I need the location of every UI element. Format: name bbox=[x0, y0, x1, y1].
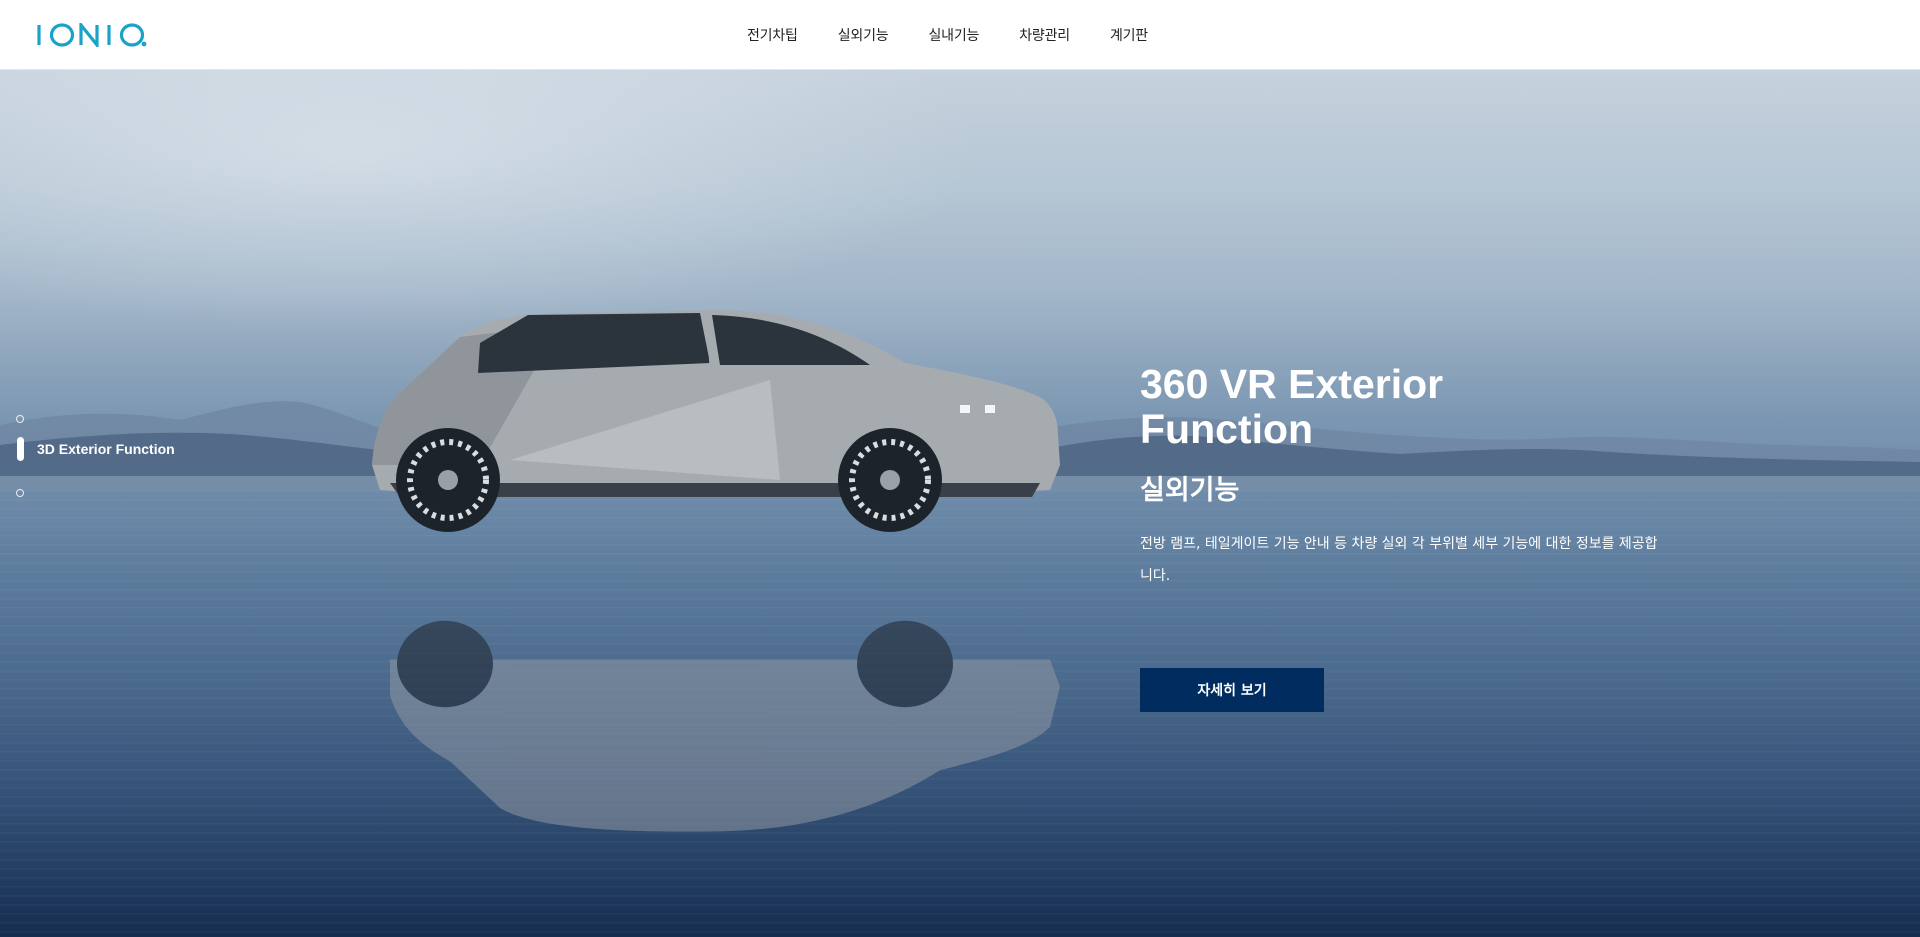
nav-link-maintenance[interactable]: 차량관리 bbox=[1019, 28, 1070, 44]
ioniq-logo[interactable] bbox=[37, 20, 149, 50]
nav-item-interior: 실내기능 bbox=[928, 25, 979, 45]
view-details-button[interactable]: 자세히 보기 bbox=[1140, 668, 1324, 712]
pager-dot-1[interactable] bbox=[16, 415, 24, 423]
feature-subtitle: 실외기능 bbox=[1140, 475, 1240, 506]
nav-item-maintenance: 차량관리 bbox=[1019, 25, 1070, 45]
pager-active-label: 3D Exterior Function bbox=[37, 441, 175, 457]
feature-description: 전방 램프, 테일게이트 기능 안내 등 차량 실외 각 부위별 세부 기능에 … bbox=[1140, 536, 1658, 584]
nav-link-exterior[interactable]: 실외기능 bbox=[838, 28, 889, 44]
pager-dot-3[interactable] bbox=[16, 489, 24, 497]
rear-wheel-icon bbox=[838, 428, 942, 532]
hero-section: 3D Exterior Function 360 VR Exterior Fun… bbox=[0, 70, 1920, 937]
section-pager: 3D Exterior Function bbox=[16, 415, 256, 505]
ioniq-logo-icon bbox=[37, 23, 147, 47]
main-nav: 전기차팁 실외기능 실내기능 차량관리 계기판 bbox=[747, 0, 1148, 70]
site-header: 전기차팁 실외기능 실내기능 차량관리 계기판 bbox=[0, 0, 1920, 70]
nav-link-cluster[interactable]: 계기판 bbox=[1110, 28, 1148, 44]
nav-link-ev-tips[interactable]: 전기차팁 bbox=[747, 28, 798, 44]
pager-dot-active[interactable] bbox=[17, 437, 24, 461]
nav-item-ev-tips: 전기차팁 bbox=[747, 25, 798, 45]
feature-panel: 360 VR Exterior Function 실외기능 전방 램프, 테일게… bbox=[1140, 361, 1700, 712]
car-image bbox=[372, 310, 1060, 832]
front-wheel-icon bbox=[396, 428, 500, 532]
nav-item-exterior: 실외기능 bbox=[838, 25, 889, 45]
nav-item-cluster: 계기판 bbox=[1110, 25, 1148, 45]
nav-link-interior[interactable]: 실내기능 bbox=[928, 28, 979, 44]
feature-title: 360 VR Exterior Function bbox=[1140, 361, 1444, 452]
